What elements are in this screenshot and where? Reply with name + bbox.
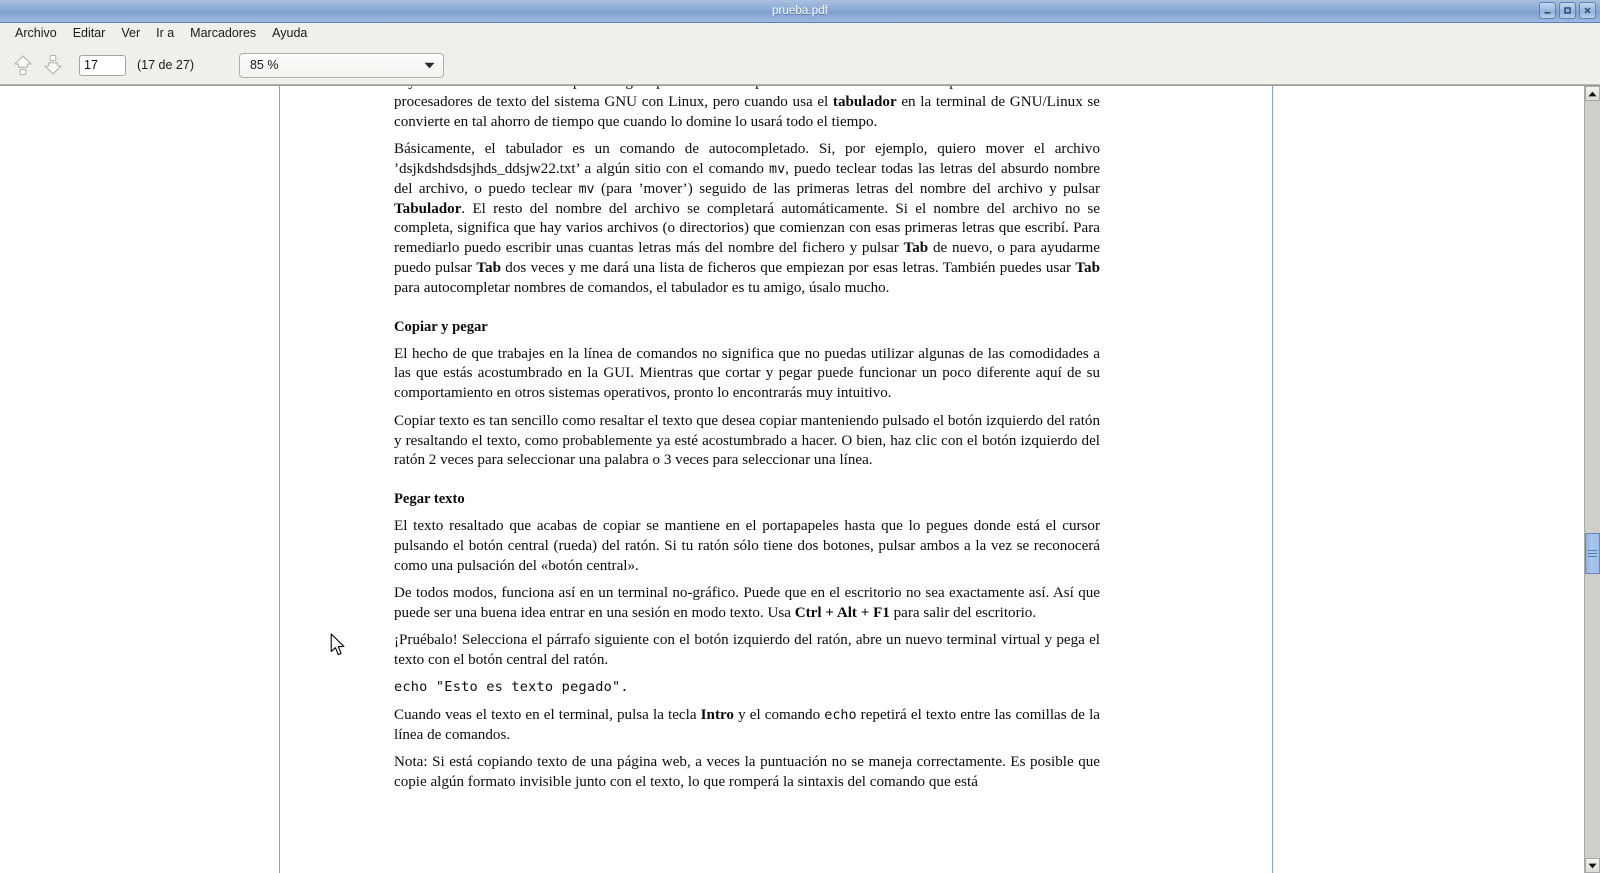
- paragraph-intro: Cuando veas el texto en el terminal, pul…: [394, 706, 1100, 743]
- scroll-up-icon: [1588, 91, 1597, 96]
- scroll-down-button[interactable]: [1585, 858, 1600, 873]
- vertical-scrollbar[interactable]: [1584, 86, 1600, 873]
- menu-item-ver[interactable]: Ver: [113, 25, 148, 43]
- paragraph-pruebalo: ¡Pruébalo! Selecciona el párrafo siguien…: [394, 632, 1100, 669]
- scrollbar-thumb[interactable]: [1585, 533, 1600, 574]
- menu-item-marcadores[interactable]: Marcadores: [182, 25, 264, 43]
- page-number-input[interactable]: [79, 54, 126, 76]
- close-icon: [1584, 7, 1591, 14]
- titlebar[interactable]: prueba.pdf: [0, 0, 1600, 23]
- inline-code-mv-1: mv: [769, 161, 786, 177]
- paragraph-portapapeles: El texto resaltado que acabas de copiar …: [394, 518, 1100, 574]
- page-up-icon: [14, 55, 32, 76]
- menu-item-ayuda[interactable]: Ayuda: [264, 25, 315, 43]
- menubar: Archivo Editar Ver Ir a Marcadores Ayuda: [0, 23, 1600, 46]
- zoom-level-select[interactable]: 85 %: [238, 52, 444, 78]
- page-count-label: (17 de 27): [137, 58, 194, 72]
- maximize-button[interactable]: [1559, 2, 1576, 19]
- zoom-level-value: 85 %: [249, 58, 279, 72]
- code-echo-line: echo "Esto es texto pegado".: [394, 679, 629, 696]
- paragraph-clipped: haya usado esta tecla antes para sangrar…: [394, 86, 1100, 130]
- page-left-edge: [279, 86, 280, 873]
- heading-copiar-y-pegar: Copiar y pegar: [394, 318, 488, 335]
- next-page-button[interactable]: [38, 50, 68, 80]
- minimize-icon: [1544, 12, 1551, 14]
- page-right-edge: [1272, 86, 1273, 873]
- mouse-cursor-icon: [330, 633, 345, 656]
- window-title: prueba.pdf: [772, 5, 828, 17]
- grip-icon: [1588, 550, 1597, 557]
- scroll-up-button[interactable]: [1585, 86, 1600, 101]
- pdf-viewer-window: prueba.pdf Archivo Editar Ver Ir a Marca…: [0, 0, 1600, 873]
- pdf-page-content: haya usado esta tecla antes para sangrar…: [394, 86, 1100, 800]
- close-button[interactable]: [1579, 2, 1596, 19]
- paragraph-terminal-no-grafico: De todos modos, funciona así en un termi…: [394, 585, 1100, 621]
- paragraph-copiar-texto: Copiar texto es tan sencillo como resalt…: [394, 412, 1100, 469]
- page-down-icon: [44, 54, 62, 75]
- paragraph-nota: Nota: Si está copiando texto de una pági…: [394, 753, 1100, 790]
- scroll-down-icon: [1588, 863, 1597, 868]
- menu-item-editar[interactable]: Editar: [65, 25, 114, 43]
- window-controls: [1539, 2, 1596, 19]
- heading-pegar-texto: Pegar texto: [394, 491, 465, 508]
- toolbar: (17 de 27) 85 %: [0, 46, 1600, 85]
- maximize-icon: [1564, 7, 1571, 14]
- pdf-page-viewport[interactable]: haya usado esta tecla antes para sangrar…: [0, 86, 1584, 873]
- menu-item-archivo[interactable]: Archivo: [7, 25, 65, 43]
- content-area: haya usado esta tecla antes para sangrar…: [0, 85, 1600, 873]
- paragraph-comodidades: El hecho de que trabajes en la línea de …: [394, 345, 1100, 402]
- menu-item-ir-a[interactable]: Ir a: [148, 25, 182, 43]
- chevron-down-icon: [424, 62, 435, 68]
- scrollbar-track[interactable]: [1585, 101, 1600, 858]
- minimize-button[interactable]: [1539, 2, 1556, 19]
- inline-code-mv-2: mv: [578, 181, 595, 197]
- previous-page-button[interactable]: [8, 50, 38, 80]
- inline-code-echo: echo: [824, 707, 857, 723]
- paragraph-tabulador: Básicamente, el tabulador es un comando …: [394, 141, 1101, 296]
